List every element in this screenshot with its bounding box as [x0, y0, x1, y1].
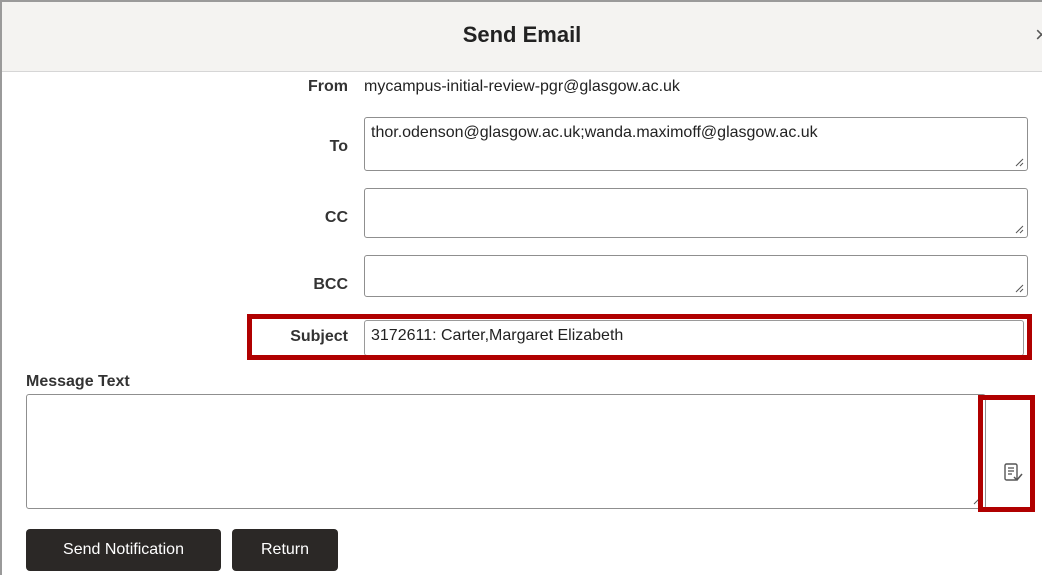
dialog-title: Send Email	[462, 22, 582, 47]
send-notification-button[interactable]: Send Notification	[26, 529, 221, 571]
resize-grip-icon[interactable]	[973, 496, 982, 505]
from-label: From	[308, 78, 348, 95]
message-text-area[interactable]	[26, 394, 986, 509]
subject-field-value: 3172611: Carter,Margaret Elizabeth	[371, 327, 624, 344]
to-field[interactable]: thor.odenson@glasgow.ac.uk;wanda.maximof…	[364, 117, 1028, 171]
cc-label: CC	[324, 209, 348, 226]
message-text-label: Message Text	[26, 373, 130, 390]
return-button[interactable]: Return	[232, 529, 338, 571]
from-value: mycampus-initial-review-pgr@glasgow.ac.u…	[364, 78, 680, 95]
to-field-value: thor.odenson@glasgow.ac.uk;wanda.maximof…	[371, 124, 818, 141]
resize-grip-icon[interactable]	[1015, 284, 1024, 293]
resize-grip-icon[interactable]	[1015, 225, 1024, 234]
send-email-dialog: Send Email × From mycampus-initial-revie…	[0, 0, 1042, 575]
bcc-label: BCC	[313, 276, 348, 293]
spell-check-highlight	[978, 395, 1035, 512]
resize-grip-icon[interactable]	[1015, 158, 1024, 167]
spell-check-icon[interactable]	[1002, 462, 1024, 484]
dialog-header: Send Email ×	[2, 2, 1042, 72]
to-label: To	[329, 138, 348, 155]
close-icon[interactable]: ×	[1035, 22, 1042, 48]
cc-field[interactable]	[364, 188, 1028, 238]
subject-label: Subject	[290, 328, 348, 345]
subject-field[interactable]: 3172611: Carter,Margaret Elizabeth	[364, 320, 1024, 356]
bcc-field[interactable]	[364, 255, 1028, 297]
